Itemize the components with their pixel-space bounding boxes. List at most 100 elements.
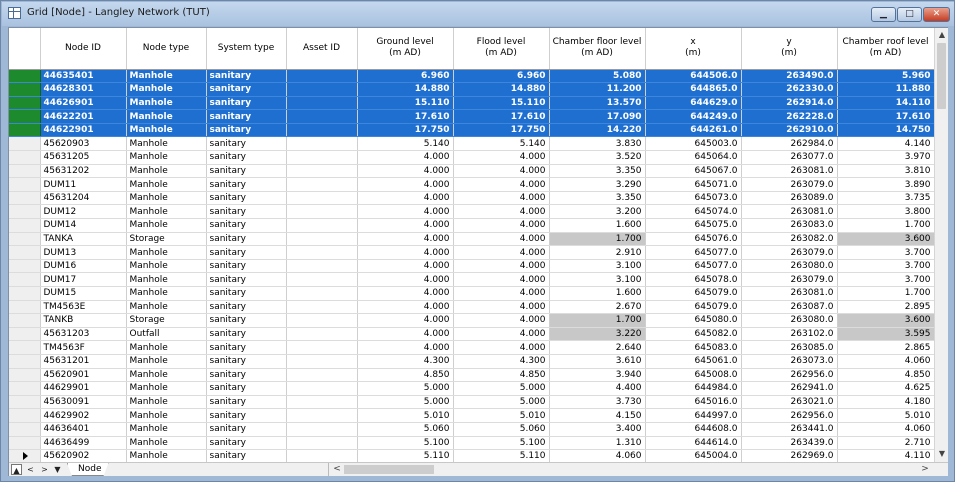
cell-roof[interactable]: 5.960 — [837, 69, 934, 84]
cell-floor[interactable]: 4.400 — [549, 381, 646, 396]
first-record-icon[interactable]: ▲ — [11, 464, 22, 475]
cell-x[interactable]: 645075.0 — [645, 218, 742, 233]
row-header[interactable] — [9, 136, 41, 152]
cell-floor[interactable]: 3.830 — [549, 136, 646, 152]
cell-asset[interactable] — [286, 177, 358, 192]
cell-floor[interactable]: 2.910 — [549, 245, 646, 260]
row-header[interactable] — [9, 123, 41, 138]
table-row[interactable]: 45631202 Manhole sanitary 4.000 4.000 3.350 64… — [9, 164, 934, 179]
cell-id[interactable]: 45620902 — [40, 449, 127, 462]
cell-asset[interactable] — [286, 272, 358, 287]
cell-x[interactable]: 645076.0 — [645, 232, 742, 247]
table-row[interactable]: DUM17 Manhole sanitary 4.000 4.000 3.100 64507… — [9, 272, 934, 287]
cell-ground[interactable]: 4.000 — [357, 313, 454, 328]
cell-y[interactable]: 263082.0 — [741, 232, 838, 247]
row-header[interactable] — [9, 368, 41, 383]
cell-floor[interactable]: 3.940 — [549, 368, 646, 383]
cell-asset[interactable] — [286, 191, 358, 206]
cell-y[interactable]: 262330.0 — [741, 82, 838, 97]
cell-system[interactable]: sanitary — [206, 327, 287, 342]
cell-type[interactable]: Manhole — [126, 218, 207, 233]
cell-x[interactable]: 645016.0 — [645, 395, 742, 410]
cell-ground[interactable]: 4.000 — [357, 259, 454, 274]
last-record-icon[interactable]: ▼ — [52, 464, 63, 475]
cell-type[interactable]: Manhole — [126, 272, 207, 287]
cell-ground[interactable]: 4.000 — [357, 272, 454, 287]
cell-type[interactable]: Manhole — [126, 96, 207, 111]
cell-floor[interactable]: 3.350 — [549, 191, 646, 206]
column-header[interactable]: System type — [206, 28, 287, 70]
cell-id[interactable]: DUM15 — [40, 286, 127, 301]
row-header[interactable] — [9, 436, 41, 451]
cell-roof[interactable]: 4.110 — [837, 449, 934, 462]
row-header[interactable] — [9, 340, 41, 355]
cell-id[interactable]: DUM13 — [40, 245, 127, 260]
cell-type[interactable]: Manhole — [126, 109, 207, 124]
cell-y[interactable]: 263490.0 — [741, 69, 838, 84]
row-header[interactable] — [9, 381, 41, 396]
cell-asset[interactable] — [286, 368, 358, 383]
cell-system[interactable]: sanitary — [206, 191, 287, 206]
cell-floor[interactable]: 2.640 — [549, 340, 646, 355]
cell-id[interactable]: 45631204 — [40, 191, 127, 206]
cell-type[interactable]: Manhole — [126, 259, 207, 274]
cell-asset[interactable] — [286, 436, 358, 451]
cell-floor[interactable]: 1.700 — [549, 313, 646, 328]
cell-system[interactable]: sanitary — [206, 232, 287, 247]
table-row[interactable]: DUM15 Manhole sanitary 4.000 4.000 1.600 64507… — [9, 286, 934, 301]
table-row[interactable]: DUM13 Manhole sanitary 4.000 4.000 2.910 64507… — [9, 245, 934, 260]
cell-system[interactable]: sanitary — [206, 259, 287, 274]
column-header[interactable]: Flood level (m AD) — [453, 28, 550, 70]
title-bar[interactable]: Grid [Node] - Langley Network (TUT) ▁ □ … — [2, 2, 954, 26]
cell-flood[interactable]: 5.100 — [453, 436, 550, 451]
cell-asset[interactable] — [286, 449, 358, 462]
cell-x[interactable]: 645082.0 — [645, 327, 742, 342]
row-header[interactable] — [9, 422, 41, 437]
cell-flood[interactable]: 4.000 — [453, 313, 550, 328]
cell-floor[interactable]: 3.200 — [549, 204, 646, 220]
cell-asset[interactable] — [286, 408, 358, 423]
cell-floor[interactable]: 3.610 — [549, 354, 646, 369]
corner-header[interactable] — [9, 28, 41, 70]
cell-flood[interactable]: 15.110 — [453, 96, 550, 111]
cell-floor[interactable]: 3.730 — [549, 395, 646, 410]
cell-type[interactable]: Manhole — [126, 136, 207, 152]
table-row[interactable]: TANKA Storage sanitary 4.000 4.000 1.700 64507… — [9, 232, 934, 247]
cell-type[interactable]: Manhole — [126, 449, 207, 462]
cell-system[interactable]: sanitary — [206, 109, 287, 124]
cell-id[interactable]: DUM16 — [40, 259, 127, 274]
cell-y[interactable]: 263021.0 — [741, 395, 838, 410]
row-header[interactable] — [9, 109, 41, 124]
cell-y[interactable]: 262910.0 — [741, 123, 838, 138]
cell-roof[interactable]: 3.810 — [837, 164, 934, 179]
next-tab-icon[interactable]: > — [39, 464, 50, 475]
cell-roof[interactable]: 3.595 — [837, 327, 934, 342]
row-header[interactable] — [9, 300, 41, 315]
cell-id[interactable]: 45631205 — [40, 150, 127, 165]
column-header[interactable]: Node type — [126, 28, 207, 70]
cell-type[interactable]: Manhole — [126, 368, 207, 383]
cell-type[interactable]: Manhole — [126, 123, 207, 138]
table-row[interactable]: DUM16 Manhole sanitary 4.000 4.000 3.100 64507… — [9, 259, 934, 274]
cell-asset[interactable] — [286, 286, 358, 301]
cell-ground[interactable]: 6.960 — [357, 69, 454, 84]
cell-roof[interactable]: 4.060 — [837, 422, 934, 437]
cell-flood[interactable]: 4.850 — [453, 368, 550, 383]
cell-system[interactable]: sanitary — [206, 177, 287, 192]
cell-flood[interactable]: 4.000 — [453, 218, 550, 233]
cell-roof[interactable]: 3.735 — [837, 191, 934, 206]
cell-id[interactable]: 44629901 — [40, 381, 127, 396]
cell-flood[interactable]: 4.000 — [453, 286, 550, 301]
cell-flood[interactable]: 5.140 — [453, 136, 550, 152]
cell-floor[interactable]: 3.100 — [549, 259, 646, 274]
row-header[interactable] — [9, 272, 41, 287]
cell-y[interactable]: 262914.0 — [741, 96, 838, 111]
cell-roof[interactable]: 1.700 — [837, 286, 934, 301]
cell-floor[interactable]: 3.400 — [549, 422, 646, 437]
table-row[interactable]: 45631201 Manhole sanitary 4.300 4.300 3.610 64… — [9, 354, 934, 369]
cell-system[interactable]: sanitary — [206, 286, 287, 301]
cell-x[interactable]: 645008.0 — [645, 368, 742, 383]
horizontal-scrollbar[interactable]: < > — [328, 463, 933, 476]
cell-system[interactable]: sanitary — [206, 204, 287, 220]
cell-roof[interactable]: 3.800 — [837, 204, 934, 220]
